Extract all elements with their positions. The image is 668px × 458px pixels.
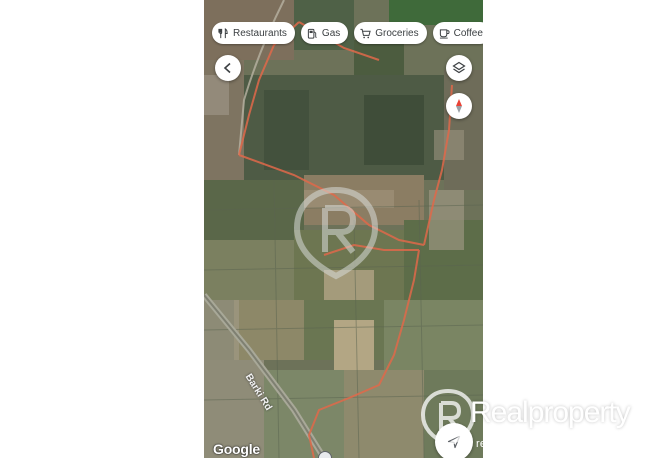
- category-chips: Restaurants Gas Groceries Coffee: [212, 22, 483, 44]
- back-arrow-icon: [223, 62, 231, 74]
- chip-label: Coffee: [453, 27, 483, 39]
- chip-label: Groceries: [375, 27, 419, 39]
- compass-icon: [456, 99, 462, 113]
- chip-groceries[interactable]: Groceries: [354, 22, 427, 44]
- chip-restaurants[interactable]: Restaurants: [212, 22, 295, 44]
- fork-knife-icon: [218, 27, 228, 38]
- watermark-tagline: real property listings website: [476, 438, 621, 450]
- location-marker-icon[interactable]: [318, 451, 332, 458]
- chip-label: Restaurants: [233, 27, 287, 39]
- coffee-cup-icon: [439, 28, 450, 39]
- compass-button[interactable]: [446, 93, 472, 119]
- google-attribution-logo: Google: [213, 441, 261, 457]
- watermark-brand-name: Realproperty: [470, 396, 631, 429]
- realproperty-watermark-logo: [420, 388, 476, 448]
- back-button[interactable]: [215, 55, 241, 81]
- layers-icon: [452, 61, 466, 74]
- gas-pump-icon: [307, 28, 317, 39]
- chip-gas[interactable]: Gas: [300, 22, 349, 44]
- shopping-cart-icon: [360, 28, 372, 38]
- chip-label: Gas: [321, 27, 341, 39]
- watermark-domain-suffix: .pk: [645, 414, 663, 428]
- watermark-logo-pin: [293, 186, 379, 280]
- layers-button[interactable]: [446, 55, 472, 81]
- chip-coffee[interactable]: Coffee: [432, 22, 483, 44]
